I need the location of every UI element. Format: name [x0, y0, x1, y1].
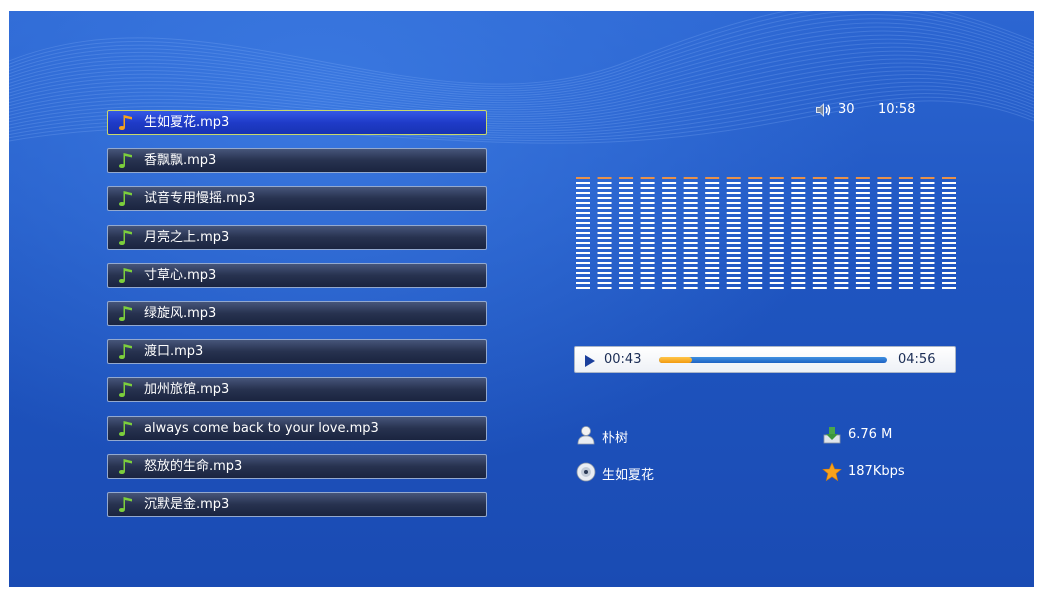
- music-note-icon: [119, 229, 132, 245]
- playlist-item-label: always come back to your love.mp3: [144, 420, 379, 436]
- music-note-icon: [119, 497, 132, 512]
- playlist-item-label: 加州旅馆.mp3: [144, 382, 230, 398]
- background-wave-line: [9, 26, 1034, 99]
- background-wave-line: [9, 11, 1034, 87]
- spectrum-bar: [748, 177, 763, 289]
- spectrum-bar: [812, 177, 827, 289]
- playlist-item[interactable]: 香飘飘.mp3: [107, 148, 487, 174]
- playlist-item[interactable]: 怒放的生命.mp3: [107, 453, 487, 479]
- spectrum-bar: [769, 177, 784, 289]
- spectrum-bar: [576, 177, 590, 289]
- music-note-icon: [119, 115, 132, 130]
- spectrum-bar: [597, 177, 612, 289]
- spectrum-bar: [705, 177, 720, 289]
- spectrum-bar: [834, 177, 849, 289]
- spectrum-visualizer: [576, 177, 956, 289]
- user-icon: [577, 426, 595, 445]
- playlist-item[interactable]: 加州旅馆.mp3: [107, 377, 487, 403]
- music-note-icon: [119, 382, 132, 398]
- spectrum-bar: [619, 177, 634, 289]
- playlist-item-label: 渡口.mp3: [144, 344, 204, 360]
- playlist-item-label: 生如夏花.mp3: [144, 115, 230, 130]
- spectrum-bar: [855, 177, 870, 289]
- spectrum-bar: [791, 177, 806, 289]
- music-note-icon: [119, 306, 132, 321]
- spectrum-bar: [877, 177, 892, 289]
- star-icon: [822, 462, 842, 482]
- spectrum-bar: [662, 177, 677, 289]
- spectrum-bar: [726, 177, 741, 289]
- playlist-item-label: 沉默是金.mp3: [144, 497, 230, 512]
- current-time: 00:43: [604, 352, 642, 367]
- playlist-item-label: 寸草心.mp3: [144, 267, 217, 283]
- playlist-item[interactable]: 试音专用慢摇.mp3: [107, 186, 487, 212]
- artist-name: 朴树: [602, 431, 629, 446]
- spectrum-bar: [942, 177, 956, 289]
- download-icon: [823, 427, 841, 444]
- playlist-item[interactable]: 寸草心.mp3: [107, 262, 487, 288]
- music-note-icon: [119, 153, 132, 169]
- playlist-item[interactable]: 沉默是金.mp3: [107, 492, 487, 517]
- album-name: 生如夏花: [602, 468, 655, 483]
- music-note-icon: [119, 420, 132, 436]
- music-note-icon: [119, 191, 132, 207]
- playlist-item[interactable]: always come back to your love.mp3: [107, 415, 487, 441]
- music-note-icon: [119, 458, 132, 474]
- playlist-item-label: 绿旋风.mp3: [144, 306, 217, 321]
- spectrum-bar: [920, 177, 935, 289]
- total-time: 04:56: [898, 352, 936, 367]
- speaker-icon[interactable]: [814, 102, 832, 118]
- music-note-icon: [119, 267, 132, 283]
- spectrum-bar: [898, 177, 913, 289]
- playlist-item[interactable]: 月亮之上.mp3: [107, 224, 487, 250]
- bitrate: 187Kbps: [848, 464, 905, 479]
- seek-fill: [659, 357, 693, 363]
- background-wave-line: [9, 30, 1034, 101]
- spectrum-bar: [640, 177, 655, 289]
- playlist-item-label: 怒放的生命.mp3: [144, 458, 243, 474]
- playlist-item[interactable]: 渡口.mp3: [107, 339, 487, 365]
- playlist-item-label: 香飘飘.mp3: [144, 153, 217, 169]
- player-screen: 生如夏花.mp3 香飘飘.mp3 试音专用慢摇.mp3 月亮之上.mp3 寸草心.mp3…: [9, 11, 1034, 587]
- playlist-item-label: 试音专用慢摇.mp3: [144, 191, 256, 207]
- seek-track[interactable]: [659, 357, 887, 363]
- clock: 10:58: [878, 102, 916, 117]
- progress-bar[interactable]: 00:43 04:56: [574, 346, 956, 373]
- spectrum-bar: [683, 177, 698, 289]
- volume-level: 30: [838, 102, 855, 117]
- playlist-item[interactable]: 生如夏花.mp3: [107, 110, 487, 135]
- playlist-item-label: 月亮之上.mp3: [144, 229, 230, 245]
- disc-icon: [576, 462, 596, 482]
- music-note-icon: [119, 344, 132, 360]
- playlist-item[interactable]: 绿旋风.mp3: [107, 301, 487, 326]
- play-icon[interactable]: [585, 355, 595, 367]
- file-size: 6.76 M: [848, 427, 893, 442]
